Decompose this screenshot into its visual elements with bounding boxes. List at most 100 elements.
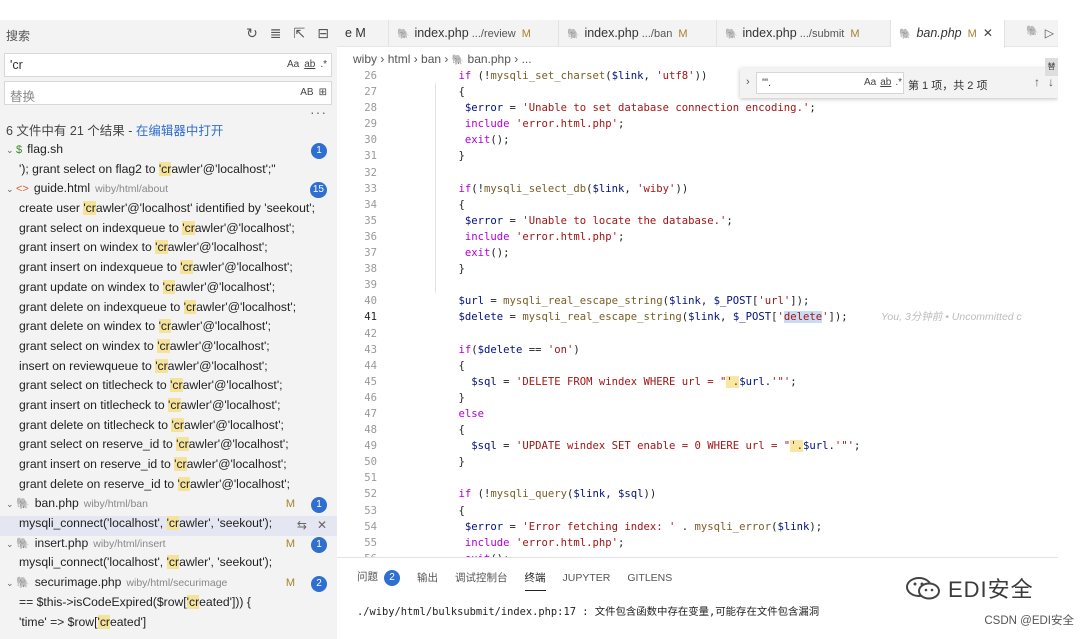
code-line[interactable]: 44 { — [337, 358, 1058, 374]
next-match-icon[interactable]: ↓ — [1048, 75, 1054, 89]
code-line[interactable]: 35 $error = 'Unable to locate the databa… — [337, 213, 1058, 229]
result-match-line[interactable]: == $this->isCodeExpired($row['created'])… — [0, 594, 337, 615]
tab-index-php-2[interactable]: 🐘 index.php .../ban M — [559, 20, 717, 47]
replace-all-icon[interactable]: ⊞ — [319, 86, 327, 100]
toggle-replace-icon[interactable]: › — [746, 76, 750, 88]
result-match-line[interactable]: 'time' => $row['created'] — [0, 614, 337, 635]
replace-icon[interactable]: ⇆ — [297, 518, 307, 532]
match-case-toggle[interactable]: Aa — [287, 58, 299, 72]
result-match-line[interactable]: grant delete on reserve_id to 'crawler'@… — [0, 476, 337, 497]
code-line[interactable]: 37 exit(); — [337, 245, 1058, 261]
result-file-insert-php[interactable]: ⌄ 🐘 insert.php wiby/html/insert M 1 — [0, 536, 337, 556]
code-line[interactable]: 43 if($delete == 'on') — [337, 342, 1058, 358]
chevron-down-icon[interactable]: ⌄ — [6, 499, 16, 510]
breadcrumb-item[interactable]: html — [388, 52, 411, 66]
tab-index-php-3[interactable]: 🐘 index.php .../submit M — [717, 20, 891, 47]
panel-tab-5[interactable]: GITLENS — [627, 572, 672, 584]
result-match-line[interactable]: grant update on windex to 'crawler'@'loc… — [0, 279, 337, 300]
panel-tab-0[interactable]: 问题 2 — [357, 569, 400, 586]
code-line[interactable]: 53 { — [337, 503, 1058, 519]
find-input[interactable]: '". Aa ab .* — [756, 72, 904, 94]
code-line[interactable]: 31 } — [337, 148, 1058, 164]
code-line[interactable]: 46 } — [337, 390, 1058, 406]
code-line[interactable]: 33 if(!mysqli_select_db($link, 'wiby')) — [337, 181, 1058, 197]
code-editor[interactable]: 26 if (!mysqli_set_charset($link, 'utf8'… — [337, 68, 1058, 567]
result-match-line[interactable]: grant select on windex to 'crawler'@'loc… — [0, 338, 337, 359]
result-match-line[interactable]: grant insert on indexqueue to 'crawler'@… — [0, 260, 337, 280]
result-file-securimage-php[interactable]: ⌄ 🐘 securimage.php wiby/html/securimage M 2 — [0, 575, 337, 595]
result-match-line[interactable]: grant insert on reserve_id to 'crawler'@… — [0, 457, 337, 477]
code-line[interactable]: 38 } — [337, 261, 1058, 277]
code-line[interactable]: 52 if (!mysqli_query($link, $sql)) — [337, 486, 1058, 502]
result-match-line[interactable]: grant select on reserve_id to 'crawler'@… — [0, 437, 337, 457]
chevron-down-icon[interactable]: ⌄ — [6, 578, 16, 589]
panel-tab-4[interactable]: JUPYTER — [563, 572, 611, 584]
code-line[interactable]: 49 $sql = 'UPDATE windex SET enable = 0 … — [337, 438, 1058, 454]
panel-tab-3[interactable]: 终端 — [524, 570, 546, 591]
open-in-editor-link[interactable]: 在编辑器中打开 — [136, 124, 224, 138]
breadcrumb-item[interactable]: ... — [522, 52, 532, 66]
match-word-toggle[interactable]: ab — [304, 58, 315, 72]
tab-e-m-0[interactable]: e M — [337, 20, 389, 47]
breadcrumb-item[interactable]: ban.php — [468, 52, 511, 66]
previous-match-icon[interactable]: ↑ — [1034, 75, 1040, 89]
code-line[interactable]: 32 — [337, 165, 1058, 181]
code-line[interactable]: 54 $error = 'Error fetching index: ' . m… — [337, 519, 1058, 535]
code-line[interactable]: 50 } — [337, 454, 1058, 470]
collapse-all-icon[interactable]: ⊟ — [317, 25, 329, 41]
result-file-flag-sh[interactable]: ⌄ $ flag.sh 1 — [0, 142, 337, 162]
code-line[interactable]: 41 $delete = mysqli_real_escape_string($… — [337, 309, 1058, 325]
tab-ban-php-4[interactable]: 🐘 ban.php M ✕ — [891, 20, 1005, 48]
result-match-line[interactable]: grant select on indexqueue to 'crawler'@… — [0, 220, 337, 241]
replace-input[interactable]: 替换 AB ⊞ — [4, 81, 332, 105]
code-line[interactable]: 28 $error = 'Unable to set database conn… — [337, 100, 1058, 116]
result-match-line[interactable]: grant delete on indexqueue to 'crawler'@… — [0, 299, 337, 320]
run-icon[interactable]: ▷ — [1045, 26, 1054, 40]
result-file-ban-php[interactable]: ⌄ 🐘 ban.php wiby/html/ban M 1 — [0, 496, 337, 516]
code-line[interactable]: 45 $sql = 'DELETE FROM windex WHERE url … — [337, 374, 1058, 390]
panel-tab-2[interactable]: 调试控制台 — [455, 570, 508, 585]
refresh-icon[interactable]: ↻ — [246, 25, 258, 41]
panel-tab-1[interactable]: 输出 — [417, 570, 438, 585]
more-options-icon[interactable]: ··· — [310, 104, 327, 120]
result-match-line[interactable]: grant insert on windex to 'crawler'@'loc… — [0, 240, 337, 260]
tab-index-php-1[interactable]: 🐘 index.php .../review M — [389, 20, 559, 47]
result-match-line[interactable]: grant select on titlecheck to 'crawler'@… — [0, 378, 337, 398]
new-search-editor-icon[interactable]: ⇱ — [294, 25, 306, 41]
code-line[interactable]: 47 else — [337, 406, 1058, 422]
code-line[interactable]: 51 — [337, 470, 1058, 486]
code-line[interactable]: 40 $url = mysqli_real_escape_string($lin… — [337, 293, 1058, 309]
code-line[interactable]: 36 include 'error.html.php'; — [337, 229, 1058, 245]
breadcrumb-item[interactable]: ban — [421, 52, 441, 66]
close-icon[interactable]: ✕ — [983, 26, 993, 40]
clear-results-icon[interactable]: ≣ — [270, 25, 282, 41]
result-match-line[interactable]: grant delete on windex to 'crawler'@'loc… — [0, 319, 337, 339]
result-match-line[interactable]: '); grant select on flag2 to 'crawler'@'… — [0, 161, 337, 182]
code-line[interactable]: 29 include 'error.html.php'; — [337, 116, 1058, 132]
find-match-case-toggle[interactable]: Aa — [864, 77, 876, 88]
result-match-line[interactable]: mysqli_connect('localhost', 'crawler', '… — [0, 516, 337, 536]
breadcrumb: wiby › html › ban › 🐘 ban.php › ... — [353, 52, 532, 66]
result-match-line[interactable]: create user 'crawler'@'localhost' identi… — [0, 201, 337, 221]
code-line[interactable]: 42 — [337, 326, 1058, 342]
dismiss-icon[interactable]: ✕ — [317, 518, 327, 532]
result-match-line[interactable]: mysqli_connect('localhost', 'crawler', '… — [0, 555, 337, 575]
code-line[interactable]: 48 { — [337, 422, 1058, 438]
result-file-guide-html[interactable]: ⌄ <> guide.html wiby/html/about 15 — [0, 181, 337, 201]
result-match-line[interactable]: insert on reviewqueue to 'crawler'@'loca… — [0, 358, 337, 379]
regex-toggle[interactable]: .* — [320, 58, 327, 72]
code-line[interactable]: 34 { — [337, 197, 1058, 213]
code-line[interactable]: 30 exit(); — [337, 132, 1058, 148]
chevron-down-icon[interactable]: ⌄ — [6, 145, 16, 156]
find-match-word-toggle[interactable]: ab — [880, 77, 891, 88]
find-regex-toggle[interactable]: .* — [895, 77, 902, 88]
chevron-down-icon[interactable]: ⌄ — [6, 539, 16, 550]
result-match-line[interactable]: grant delete on titlecheck to 'crawler'@… — [0, 417, 337, 438]
preserve-case-toggle[interactable]: AB — [300, 86, 313, 100]
breadcrumb-item[interactable]: wiby — [353, 52, 377, 66]
code-line[interactable]: 39 — [337, 277, 1058, 293]
search-input[interactable]: 'cr Aa ab .* — [4, 53, 332, 77]
chevron-down-icon[interactable]: ⌄ — [6, 184, 16, 195]
code-line[interactable]: 55 include 'error.html.php'; — [337, 535, 1058, 551]
result-match-line[interactable]: grant insert on titlecheck to 'crawler'@… — [0, 397, 337, 418]
